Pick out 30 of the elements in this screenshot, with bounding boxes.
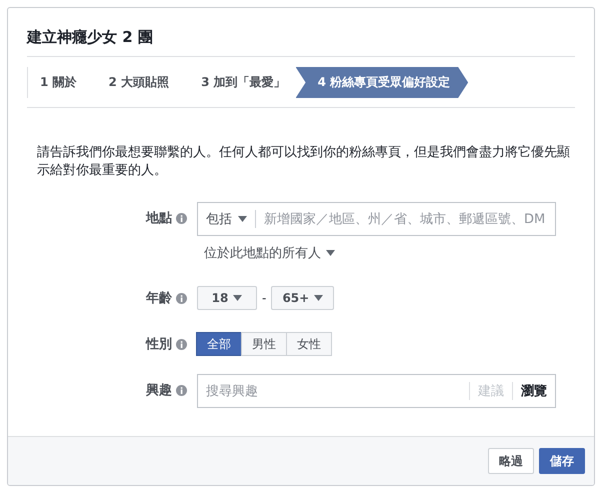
browse-link[interactable]: 瀏覽 — [512, 382, 547, 400]
placeholder-text: 新增國家／地區、州／省、城市、郵遞區號、DM — [264, 211, 546, 228]
field-label: 性別 — [146, 336, 172, 353]
info-icon — [176, 292, 187, 304]
interests-field[interactable]: 搜尋興趣 建議 瀏覽 — [197, 374, 556, 408]
save-button[interactable]: 儲存 — [539, 448, 585, 474]
field-label: 年齡 — [146, 290, 172, 307]
separator-text: - — [261, 290, 268, 307]
caret-icon — [238, 216, 247, 222]
dialog-title: 建立神癮少女 2 團 — [27, 8, 575, 57]
caret-icon — [326, 250, 335, 256]
info-icon — [176, 212, 187, 224]
description-text: 請告訴我們你最想要聯繫的人。任何人都可以找到你的粉絲專頁，但是我們會盡力將它優先顯示給對你最重要的人。 — [37, 144, 571, 180]
age-dropdown[interactable]: 18 — [197, 286, 257, 310]
include-dropdown[interactable]: 包括 — [206, 210, 232, 228]
gender-option[interactable]: 男性 — [241, 332, 287, 356]
step-tab[interactable]: 4 粉絲專頁受眾偏好設定 — [296, 67, 468, 98]
field-label: 地點 — [146, 210, 172, 227]
location-field[interactable]: 包括 新增國家／地區、州／省、城市、郵遞區號、DM — [197, 202, 556, 236]
gender-option[interactable]: 全部 — [196, 332, 242, 356]
field-label: 興趣 — [146, 382, 172, 399]
caret-icon — [314, 295, 324, 301]
scope-dropdown[interactable]: 位於此地點的所有人 — [204, 244, 321, 262]
caret-icon — [233, 295, 242, 301]
gender-option[interactable]: 女性 — [286, 332, 332, 356]
info-icon — [176, 338, 187, 350]
skip-button[interactable]: 略過 — [488, 448, 534, 474]
age-dropdown[interactable]: 65+ — [271, 286, 334, 310]
info-icon — [176, 384, 187, 396]
placeholder-text: 搜尋興趣 — [206, 383, 259, 400]
